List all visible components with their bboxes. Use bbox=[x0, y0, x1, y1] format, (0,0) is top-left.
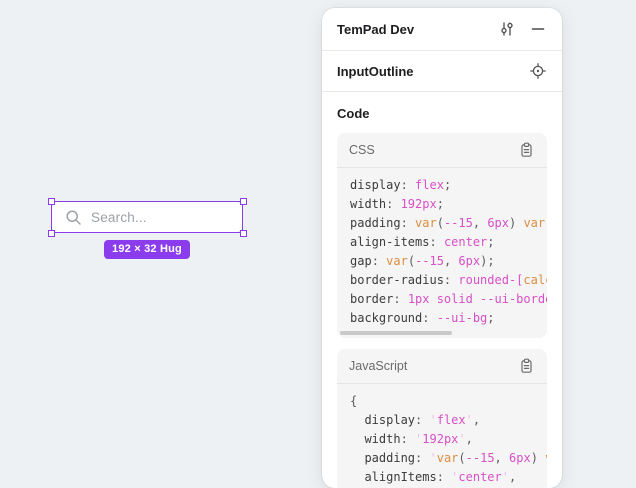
search-input-component[interactable]: Search... bbox=[51, 201, 243, 233]
javascript-block-header: JavaScript bbox=[337, 349, 547, 384]
css-code-body[interactable]: display: flex;width: 192px;padding: var(… bbox=[337, 168, 547, 338]
javascript-code-body[interactable]: { display: 'flex', width: '192px', paddi… bbox=[337, 384, 547, 488]
code-line: width: 192px; bbox=[350, 195, 547, 214]
selection-handle-bottom-left[interactable] bbox=[48, 230, 55, 237]
code-line: padding: var(--15, 6px) var(--1 bbox=[350, 214, 547, 233]
code-line: border-radius: rounded-[calc(va bbox=[350, 271, 547, 290]
code-line: gap: var(--15, 6px); bbox=[350, 252, 547, 271]
code-line: align-items: center; bbox=[350, 233, 547, 252]
css-block-header: CSS bbox=[337, 133, 547, 168]
selection-handle-top-right[interactable] bbox=[240, 198, 247, 205]
component-name-label: InputOutline bbox=[337, 64, 529, 79]
code-line: width: '192px', bbox=[350, 430, 547, 449]
selection-handle-bottom-right[interactable] bbox=[240, 230, 247, 237]
search-icon bbox=[65, 209, 82, 226]
selection-handle-top-left[interactable] bbox=[48, 198, 55, 205]
code-section: Code CSS display: flex;width: 192px;padd… bbox=[322, 92, 562, 488]
code-line: display: flex; bbox=[350, 176, 547, 195]
code-line: border: 1px solid --ui-border- bbox=[350, 290, 547, 309]
tempad-dev-panel: TemPad Dev InputOutline bbox=[322, 8, 562, 488]
code-line: alignItems: 'center', bbox=[350, 468, 547, 487]
panel-title: TemPad Dev bbox=[337, 22, 498, 37]
copy-icon[interactable] bbox=[517, 141, 535, 159]
minimize-icon[interactable] bbox=[529, 20, 547, 38]
css-code-block: CSS display: flex;width: 192px;padding: … bbox=[337, 133, 547, 338]
horizontal-scrollbar[interactable] bbox=[340, 331, 452, 335]
javascript-code-block: JavaScript { display: 'flex', width: '19… bbox=[337, 349, 547, 488]
sliders-icon[interactable] bbox=[498, 20, 516, 38]
code-line: background: --ui-bg; bbox=[350, 309, 547, 328]
code-line: display: 'flex', bbox=[350, 411, 547, 430]
css-block-label: CSS bbox=[349, 143, 517, 157]
code-section-title: Code bbox=[337, 106, 547, 121]
copy-icon[interactable] bbox=[517, 357, 535, 375]
panel-header: TemPad Dev bbox=[322, 8, 562, 50]
code-line: { bbox=[350, 392, 547, 411]
code-line: padding: 'var(--15, 6px) var bbox=[350, 449, 547, 468]
locate-icon[interactable] bbox=[529, 62, 547, 80]
selected-component-row: InputOutline bbox=[322, 51, 562, 91]
size-badge: 192 × 32 Hug bbox=[104, 240, 190, 259]
search-placeholder-text: Search... bbox=[91, 210, 147, 225]
javascript-block-label: JavaScript bbox=[349, 359, 517, 373]
